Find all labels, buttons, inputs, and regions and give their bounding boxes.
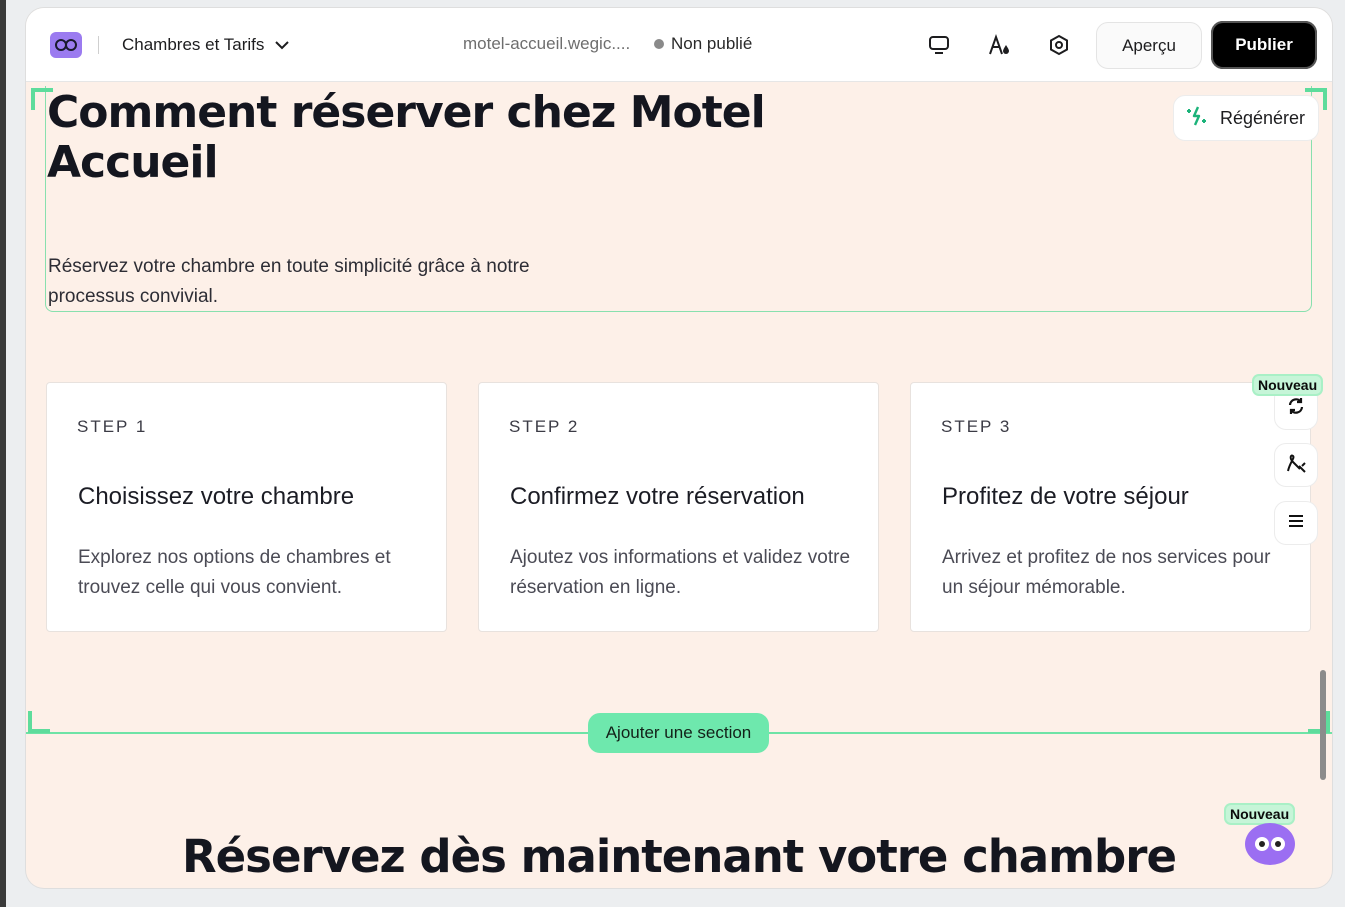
regenerate-label: Régénérer — [1220, 107, 1306, 128]
step-description: Ajoutez vos informations et validez votr… — [510, 547, 851, 598]
magic-edit-tool-button[interactable] — [1274, 443, 1318, 487]
mascot-eye — [1255, 837, 1269, 851]
selection-corner — [28, 711, 50, 733]
sparkle-icon — [1186, 105, 1208, 132]
section-subtitle[interactable]: Réservez votre chambre en toute simplici… — [48, 252, 568, 312]
magic-edit-icon — [1285, 452, 1307, 479]
menu-tool-button[interactable] — [1274, 501, 1318, 545]
assistant-mascot-icon[interactable] — [1245, 823, 1295, 865]
mascot-eye — [1271, 837, 1285, 851]
app-logo-icon[interactable] — [50, 32, 82, 58]
next-section-title[interactable]: Réservez dès maintenant votre chambre — [26, 830, 1332, 883]
step-number: STEP 1 — [77, 417, 148, 436]
divider — [98, 36, 99, 54]
window-edge — [0, 0, 6, 907]
step-description: Arrivez et profitez de nos services pour… — [942, 547, 1271, 598]
page-selector-label: Chambres et Tarifs — [122, 35, 265, 54]
menu-icon — [1287, 513, 1305, 534]
editor-frame: Chambres et Tarifs motel-accueil.wegic..… — [26, 8, 1332, 888]
step-number: STEP 2 — [509, 417, 580, 436]
font-style-icon[interactable] — [984, 30, 1014, 60]
settings-icon[interactable] — [1044, 30, 1074, 60]
section-title[interactable]: Comment réserver chez Motel Accueil — [47, 88, 807, 188]
regenerate-button[interactable]: Régénérer — [1173, 95, 1319, 141]
scrollbar[interactable] — [1320, 670, 1326, 780]
new-badge: Nouveau — [1254, 376, 1322, 394]
selection-corner — [1308, 711, 1330, 733]
step-card[interactable]: STEP 1 Choisissez votre chambre Explorez… — [46, 382, 447, 632]
step-title: Choisissez votre chambre — [78, 483, 355, 510]
refresh-icon — [1286, 396, 1306, 421]
add-section-button[interactable]: Ajouter une section — [588, 713, 769, 753]
preview-button[interactable]: Aperçu — [1096, 22, 1202, 69]
assistant-new-badge: Nouveau — [1226, 805, 1294, 823]
step-card[interactable]: STEP 3 Profitez de votre séjour Arrivez … — [910, 382, 1311, 632]
top-bar: Chambres et Tarifs motel-accueil.wegic..… — [26, 8, 1332, 82]
step-title: Confirmez votre réservation — [510, 483, 805, 510]
status-dot-icon — [654, 39, 664, 49]
step-description: Explorez nos options de chambres et trou… — [78, 547, 391, 598]
status-label: Non publié — [671, 34, 753, 53]
step-card[interactable]: STEP 2 Confirmez votre réservation Ajout… — [478, 382, 879, 632]
step-title: Profitez de votre séjour — [942, 483, 1189, 510]
device-preview-icon[interactable] — [924, 30, 954, 60]
chevron-down-icon — [274, 35, 290, 55]
site-url[interactable]: motel-accueil.wegic.... — [463, 34, 630, 54]
publish-status: Non publié — [654, 34, 752, 54]
publish-button[interactable]: Publier — [1211, 21, 1317, 69]
step-number: STEP 3 — [941, 417, 1012, 436]
page-selector[interactable]: Chambres et Tarifs — [122, 30, 290, 60]
